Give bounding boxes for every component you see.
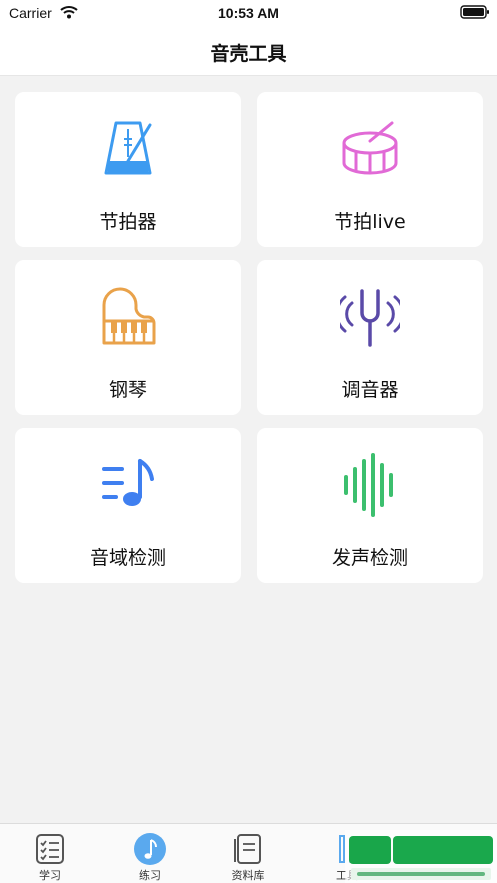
status-time: 10:53 AM [218,5,279,21]
tool-card-drum-live[interactable]: 节拍live [257,92,483,247]
music-note-list-icon [102,459,154,506]
page-title: 音壳工具 [210,43,287,65]
tool-label: 发声检测 [331,547,408,569]
watermark-logo [345,830,497,883]
piano-icon [102,287,156,345]
battery-icon [460,5,489,19]
tool-card-metronome[interactable]: 节拍器 [15,92,241,247]
status-bar: Carrier 10:53 AM [0,0,497,26]
checklist-icon [36,834,64,864]
tool-card-piano[interactable]: 钢琴 [15,260,241,415]
tool-label: 节拍器 [99,211,157,233]
tab-study[interactable]: 学习 [0,824,100,883]
music-note-icon [134,833,166,865]
tool-card-voice-test[interactable]: 发声检测 [257,428,483,583]
navigation-bar: 音壳工具 [0,26,497,76]
document-icon [234,834,261,864]
tab-library[interactable]: 资料库 [198,824,298,883]
tool-card-range-test[interactable]: 音域检测 [15,428,241,583]
tool-card-tuner[interactable]: 调音器 [257,260,483,415]
drum-icon [342,121,398,175]
tool-label: 钢琴 [108,379,147,401]
tab-label: 练习 [139,869,161,882]
tab-label: 学习 [39,869,61,882]
tab-label: 资料库 [231,869,265,882]
tuning-fork-icon [340,289,400,347]
tab-practice[interactable]: 练习 [100,824,200,883]
metronome-icon [104,121,152,175]
tool-label: 音域检测 [89,547,166,569]
tool-label: 节拍live [334,211,406,233]
tool-label: 调音器 [341,379,399,401]
sound-wave-icon [344,453,393,517]
